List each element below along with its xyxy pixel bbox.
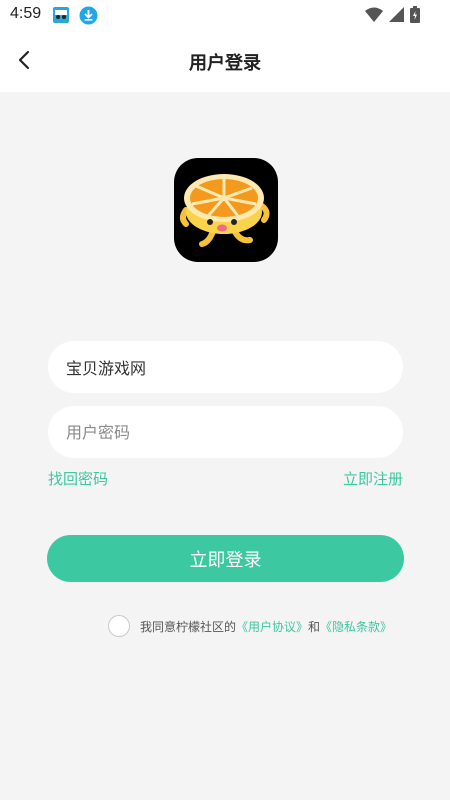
login-button[interactable]: 立即登录 xyxy=(47,535,404,582)
password-input[interactable] xyxy=(48,406,403,458)
register-link[interactable]: 立即注册 xyxy=(343,468,403,489)
login-button-label: 立即登录 xyxy=(189,549,262,571)
agreement-prefix: 我同意柠檬社区的 xyxy=(140,619,237,634)
status-bar: 4:59 xyxy=(0,0,450,32)
status-time: 4:59 xyxy=(10,5,42,22)
privacy-policy-link[interactable]: 《隐私条款》 xyxy=(320,620,392,634)
forgot-password-link[interactable]: 找回密码 xyxy=(48,468,108,489)
agreement-row: 我同意柠檬社区的《用户协议》和《隐私条款》 xyxy=(108,615,392,637)
orange-mascot-logo-icon xyxy=(180,174,270,247)
agreement-and: 和 xyxy=(308,619,321,634)
app-logo xyxy=(174,158,278,262)
download-icon xyxy=(79,6,98,25)
username-input[interactable] xyxy=(48,341,403,393)
app-notification-icon xyxy=(52,6,70,24)
app-header: 用户登录 xyxy=(0,32,450,92)
agree-checkbox[interactable] xyxy=(108,615,130,637)
battery-icon xyxy=(410,6,420,27)
user-agreement-link[interactable]: 《用户协议》 xyxy=(236,620,308,634)
wifi-icon xyxy=(365,7,383,27)
cell-signal-icon xyxy=(389,7,404,26)
page-title: 用户登录 xyxy=(189,53,261,74)
agreement-text: 我同意柠檬社区的《用户协议》和《隐私条款》 xyxy=(140,618,392,635)
